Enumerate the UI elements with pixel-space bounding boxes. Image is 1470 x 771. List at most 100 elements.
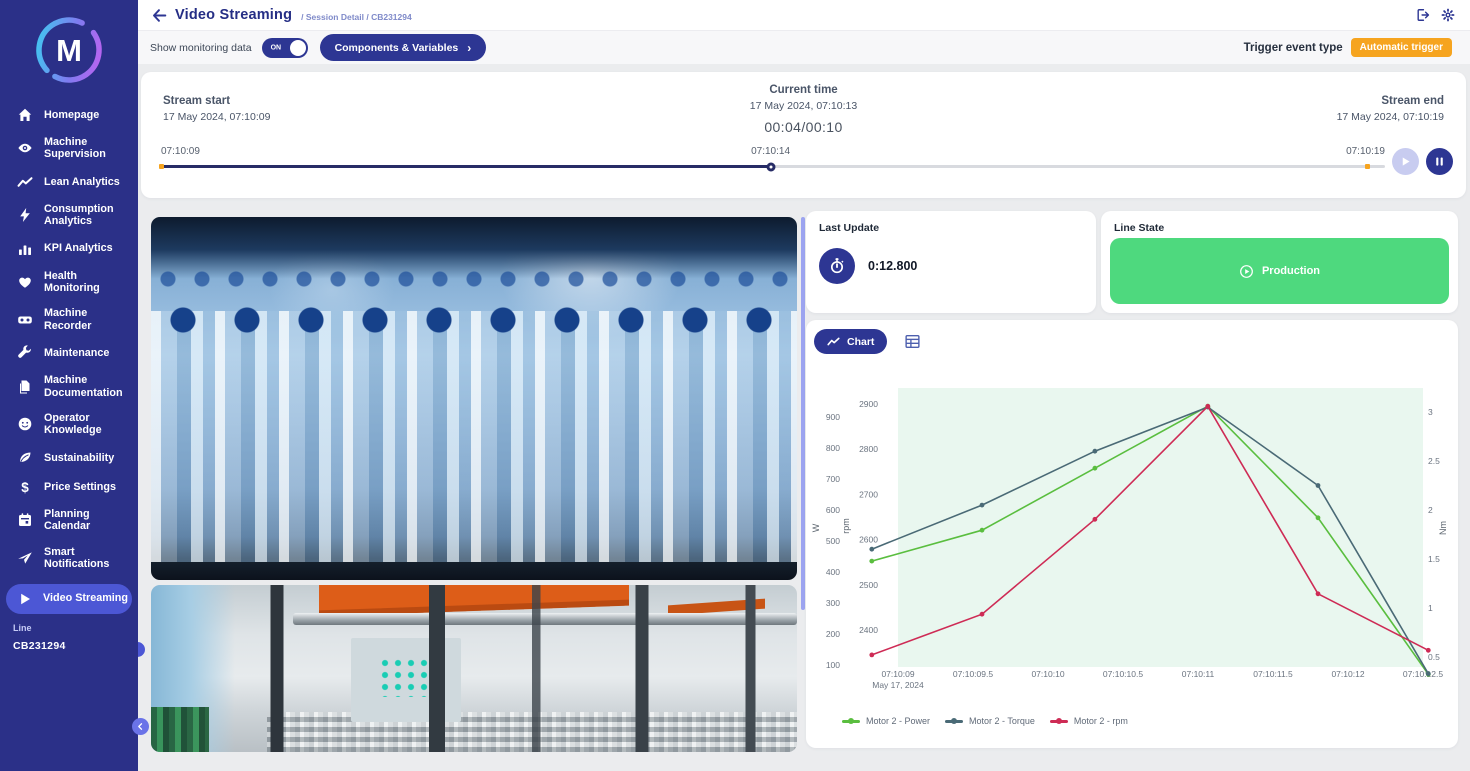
last-update-title: Last Update [819,222,879,234]
monitoring-toggle[interactable]: ON [262,38,308,58]
stream-end-datetime: 17 May 2024, 07:10:19 [1184,111,1444,123]
legend-item-motor-2-power[interactable]: Motor 2 - Power [842,716,930,726]
play-button[interactable] [1392,148,1419,175]
table-view-button[interactable] [904,333,921,350]
sidebar-item-sustainability[interactable]: Sustainability [0,450,138,466]
components-variables-button[interactable]: Components & Variables › [320,34,487,61]
data-point [1093,517,1098,522]
last-update-card: Last Update 0:12.800 [806,211,1096,313]
sidebar-item-lean-analytics[interactable]: Lean Analytics [0,174,138,190]
logo-ring-icon: M [32,13,106,87]
chart-legend: Motor 2 - Power Motor 2 - Torque Motor 2 -… [842,716,1128,726]
legend-swatch [842,720,860,723]
sidebar-item-consumption-analytics[interactable]: Consumption Analytics [0,203,138,228]
current-time-label: Current time [674,84,934,96]
y-axis-title-rpm: rpm [841,518,851,534]
sidebar-item-label: Health Monitoring [44,270,130,295]
data-point [1093,449,1098,454]
chevron-right-icon: › [467,42,471,54]
components-variables-label: Components & Variables [335,42,459,54]
y-tick-Nm: 2 [1428,505,1433,515]
pause-icon [1433,155,1446,168]
sidebar-item-machine-supervision[interactable]: Machine Supervision [0,136,138,161]
sidebar-item-planning-calendar[interactable]: Planning Calendar [0,508,138,533]
y-tick-W: 300 [826,598,840,608]
play-icon [1399,155,1412,168]
sidebar-item-price-settings[interactable]: $ Price Settings [0,479,138,495]
trigger-event-type-label: Trigger event type [1244,42,1343,54]
app-logo[interactable]: M [0,0,138,87]
sidebar-item-machine-documentation[interactable]: Machine Documentation [0,374,138,399]
x-tick-label: 07:10:10.5 [1103,669,1143,679]
y-tick-W: 700 [826,474,840,484]
chart-card: 100200300400500600700800900W240025002600… [806,320,1458,748]
operator-icon [17,416,33,432]
sidebar-item-smart-notifications[interactable]: Smart Notifications [0,546,138,571]
legend-swatch-dot [1056,718,1062,724]
toggle-knob [290,40,306,56]
data-point [1205,404,1210,409]
data-point [869,559,874,564]
sidebar-item-maintenance[interactable]: Maintenance [0,345,138,361]
y-axis-title-W: W [811,523,821,532]
stream-start-block: Stream start 17 May 2024, 07:10:09 [163,86,423,135]
legend-label: Motor 2 - Power [866,716,930,726]
video2-frame-posts [151,585,797,752]
data-point [869,653,874,658]
line-state-card: Line State Production [1101,211,1458,313]
legend-swatch-dot [848,718,854,724]
video-feed-2[interactable] [151,585,797,752]
trigger-event-wrap: Trigger event type Automatic trigger [1244,38,1458,57]
main-area: Video Streaming / Session Detail / CB231… [138,0,1470,771]
back-arrow-icon[interactable] [151,7,168,24]
tab-chart[interactable]: Chart [814,329,887,354]
dollar-icon: $ [17,479,33,495]
video-feed-1[interactable] [151,217,797,580]
current-time-datetime: 17 May 2024, 07:10:13 [674,100,934,112]
data-point [980,503,985,508]
panel-scrollbar[interactable] [801,217,805,610]
sidebar-item-machine-recorder[interactable]: Machine Recorder [0,307,138,332]
y-tick-rpm: 2700 [859,489,878,499]
pause-button[interactable] [1426,148,1453,175]
eye-icon [17,140,33,156]
y-tick-Nm: 2.5 [1428,456,1440,466]
y-tick-W: 600 [826,505,840,515]
legend-label: Motor 2 - rpm [1074,716,1128,726]
line-state-title: Line State [1114,222,1164,234]
logout-icon[interactable] [1416,8,1430,22]
stopwatch-icon [819,248,855,284]
sidebar-item-video-streaming[interactable]: Video Streaming [6,584,132,614]
sidebar-item-kpi-analytics[interactable]: KPI Analytics [0,241,138,257]
y-tick-Nm: 1.5 [1428,554,1440,564]
leaf-icon [17,450,33,466]
y-tick-rpm: 2900 [859,399,878,409]
data-point [1093,466,1098,471]
data-point [1316,515,1321,520]
video2-green-bottles [151,707,209,752]
sidebar-item-homepage[interactable]: Homepage [0,107,138,123]
data-point [1316,483,1321,488]
sidebar-item-operator-knowledge[interactable]: Operator Knowledge [0,412,138,437]
sidebar-item-label: Machine Documentation [44,374,130,399]
gear-icon[interactable] [1441,8,1455,22]
sidebar-item-label: Price Settings [44,481,116,493]
data-point [869,547,874,552]
play-circle-icon [1239,264,1254,279]
line-state-status: Production [1262,265,1320,277]
timeline-track[interactable]: 07:10:09 07:10:14 07:10:19 [161,165,1385,168]
sidebar-item-health-monitoring[interactable]: Health Monitoring [0,270,138,295]
sidebar-collapse-button[interactable] [132,718,149,735]
legend-item-motor-2-rpm[interactable]: Motor 2 - rpm [1050,716,1128,726]
timeline-handle[interactable] [766,162,775,171]
top-actions [1416,8,1460,22]
bars-icon [17,241,33,257]
send-icon [17,550,33,566]
video1-bottle-caps [151,290,797,352]
document-icon [17,379,33,395]
toggle-on-label: ON [271,44,282,51]
breadcrumb[interactable]: / Session Detail / CB231294 [301,12,412,22]
svg-text:$: $ [21,480,29,495]
legend-item-motor-2-torque[interactable]: Motor 2 - Torque [945,716,1035,726]
y-tick-rpm: 2500 [859,580,878,590]
